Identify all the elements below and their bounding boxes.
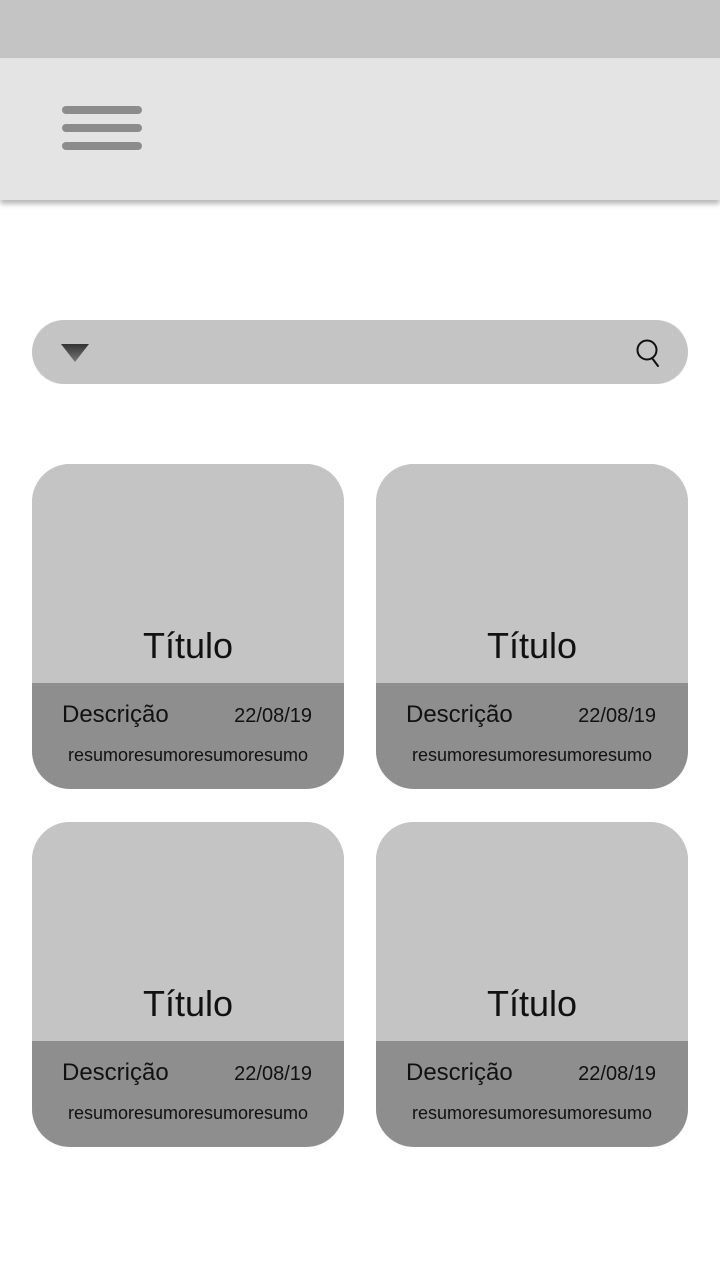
card-footer: Descrição 22/08/19 resumoresumoresumores… — [376, 1041, 688, 1147]
app-bar — [0, 58, 720, 200]
content-card[interactable]: Título Descrição 22/08/19 resumoresumore… — [376, 822, 688, 1147]
card-description: Descrição — [406, 701, 513, 728]
card-footer: Descrição 22/08/19 resumoresumoresumores… — [32, 683, 344, 789]
card-date: 22/08/19 — [234, 705, 312, 727]
card-date: 22/08/19 — [578, 1063, 656, 1085]
card-summary: resumoresumoresumoresumo — [411, 1103, 653, 1123]
card-title: Título — [142, 983, 234, 1024]
card-date: 22/08/19 — [234, 1063, 312, 1085]
card-title: Título — [486, 983, 578, 1024]
search-input[interactable] — [112, 332, 612, 372]
menu-line — [62, 142, 142, 150]
card-summary: resumoresumoresumoresumo — [67, 1103, 309, 1123]
card-date: 22/08/19 — [578, 705, 656, 727]
card-description: Descrição — [62, 701, 169, 728]
hamburger-menu-icon[interactable] — [56, 98, 148, 158]
content-card[interactable]: Título Descrição 22/08/19 resumoresumore… — [32, 464, 344, 789]
filter-dropdown-button[interactable] — [54, 336, 98, 370]
card-summary: resumoresumoresumoresumo — [411, 745, 653, 765]
content-card[interactable]: Título Descrição 22/08/19 resumoresumore… — [32, 822, 344, 1147]
card-title: Título — [486, 625, 578, 666]
card-footer: Descrição 22/08/19 resumoresumoresumores… — [32, 1041, 344, 1147]
menu-line — [62, 106, 142, 114]
card-grid: Título Descrição 22/08/19 resumoresumore… — [32, 464, 688, 1147]
search-icon[interactable] — [628, 332, 668, 372]
menu-line — [62, 124, 142, 132]
card-summary: resumoresumoresumoresumo — [67, 745, 309, 765]
card-description: Descrição — [62, 1059, 169, 1086]
triangle-down-icon — [61, 344, 89, 362]
card-footer: Descrição 22/08/19 resumoresumoresumores… — [376, 683, 688, 789]
card-title: Título — [142, 625, 234, 666]
search-bar — [32, 320, 688, 384]
content-card[interactable]: Título Descrição 22/08/19 resumoresumore… — [376, 464, 688, 789]
status-bar — [0, 0, 720, 58]
card-description: Descrição — [406, 1059, 513, 1086]
